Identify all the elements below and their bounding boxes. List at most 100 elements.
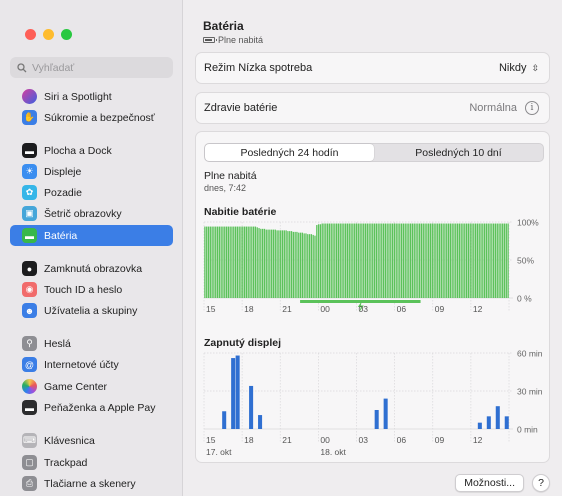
bar <box>258 228 260 298</box>
sidebar-item-wallpaper[interactable]: ✿ Pozadie <box>10 182 173 203</box>
x-tick-label: 06 <box>397 435 407 445</box>
status-title: Plne nabitá <box>204 170 257 182</box>
low-power-select[interactable]: Nikdy ⇳ <box>499 62 539 74</box>
bar <box>303 233 305 298</box>
sidebar-item-screensaver[interactable]: ▣ Šetrič obrazovky <box>10 203 173 224</box>
fingerprint-icon: ◉ <box>22 282 37 297</box>
sidebar-item-sun[interactable]: ☀ Displeje <box>10 161 173 182</box>
close-window-button[interactable] <box>25 29 36 40</box>
sidebar-item-gamecenter[interactable]: Game Center <box>10 376 173 397</box>
x-tick-label: 09 <box>435 304 445 314</box>
bar <box>473 223 475 298</box>
bar <box>292 231 294 298</box>
bar <box>373 223 376 298</box>
sidebar-item-key[interactable]: ⚲ Heslá <box>10 333 173 354</box>
bar <box>236 226 239 298</box>
bar <box>352 223 354 298</box>
bar <box>355 223 358 298</box>
bar <box>449 223 451 298</box>
screensaver-icon: ▣ <box>22 206 37 221</box>
bar <box>216 226 219 298</box>
bar <box>411 223 414 298</box>
bar <box>307 234 309 298</box>
bar <box>305 233 307 298</box>
subtitle-text: Plne nabitá <box>218 35 264 45</box>
x-date-label: 18. okt <box>320 447 346 457</box>
keyboard-icon: ⌨ <box>22 433 37 448</box>
bar <box>417 223 419 298</box>
sidebar-item-fingerprint[interactable]: ◉ Touch ID a heslo <box>10 279 173 300</box>
tab-last-10-days[interactable]: Posledných 10 dní <box>374 144 543 161</box>
bar <box>299 232 302 298</box>
usage-history-card: Posledných 24 hodín Posledných 10 dní Pl… <box>195 131 550 463</box>
sidebar-item-trackpad[interactable]: ▢ Trackpad <box>10 452 173 473</box>
y-tick-label: 50% <box>517 256 534 266</box>
bar <box>262 228 264 298</box>
x-tick-label: 21 <box>282 304 292 314</box>
sidebar-item-at[interactable]: @ Internetové účty <box>10 354 173 375</box>
bar <box>326 223 329 298</box>
help-button[interactable]: ? <box>532 474 550 492</box>
x-tick-label: 06 <box>397 304 407 314</box>
bar <box>379 223 381 298</box>
bar <box>428 223 430 298</box>
main-panel: Batéria Plne nabitá Režim Nízka spotreba… <box>183 0 562 496</box>
sidebar-item-hand[interactable]: ✋ Súkromie a bezpečnosť <box>10 107 173 128</box>
sidebar-item-lock[interactable]: ● Zamknutá obrazovka <box>10 258 173 279</box>
bar <box>290 231 293 298</box>
sidebar-item-label: Internetové účty <box>44 358 119 371</box>
options-button[interactable]: Možnosti... <box>455 474 524 492</box>
bar <box>384 223 387 298</box>
sidebar-item-label: Heslá <box>44 337 71 350</box>
sidebar-item-label: Game Center <box>44 380 108 393</box>
bar <box>374 410 379 429</box>
sidebar-item-users[interactable]: ☻ Užívatelia a skupiny <box>10 300 173 321</box>
bar <box>494 223 497 298</box>
bar <box>419 223 421 298</box>
bar <box>498 223 500 298</box>
dock-icon: ▬ <box>22 143 37 158</box>
bar <box>247 226 249 298</box>
bar <box>372 223 374 298</box>
bar <box>346 223 349 298</box>
sidebar-item-printer[interactable]: ⎙ Tlačiarne a skenery <box>10 473 173 494</box>
zoom-window-button[interactable] <box>61 29 72 40</box>
bar <box>276 230 278 298</box>
bar <box>323 223 325 298</box>
bar <box>265 229 267 298</box>
bar <box>500 223 502 298</box>
sidebar-item-wallet[interactable]: ▬ Peňaženka a Apple Pay <box>10 397 173 418</box>
sidebar-item-battery[interactable]: ▬ Batéria <box>10 225 173 246</box>
bar <box>227 226 230 298</box>
bar <box>368 223 370 298</box>
bar <box>224 226 226 298</box>
tab-last-24-hours[interactable]: Posledných 24 hodín <box>205 144 374 161</box>
y-tick-label: 30 min <box>517 387 543 397</box>
bar <box>281 230 284 298</box>
battery-health-row: Zdravie batérie Normálna i <box>195 92 550 124</box>
bar <box>422 223 424 298</box>
users-icon: ☻ <box>22 303 37 318</box>
bar <box>361 223 363 298</box>
bar <box>258 415 263 429</box>
x-tick-label: 09 <box>435 435 445 445</box>
sidebar-item-label: Užívatelia a skupiny <box>44 304 138 317</box>
bar <box>440 223 442 298</box>
status-time: dnes, 7:42 <box>204 183 247 193</box>
info-icon[interactable]: i <box>525 101 539 115</box>
bar <box>350 223 352 298</box>
bar <box>480 223 482 298</box>
sidebar-item-dock[interactable]: ▬ Plocha a Dock <box>10 140 173 161</box>
wallet-icon: ▬ <box>22 400 37 415</box>
bar <box>301 232 304 298</box>
search-input[interactable]: Vyhľadať <box>10 57 173 78</box>
bar <box>254 226 257 298</box>
sidebar: Vyhľadať Siri a Spotlight ✋ Súkromie a bez… <box>0 0 183 496</box>
battery-health-value: Normálna <box>469 102 517 114</box>
minimize-window-button[interactable] <box>43 29 54 40</box>
bar <box>335 223 338 298</box>
bar <box>415 223 417 298</box>
sidebar-item-siri[interactable]: Siri a Spotlight <box>10 86 173 107</box>
sidebar-item-keyboard[interactable]: ⌨ Klávesnica <box>10 430 173 451</box>
bar <box>382 223 385 298</box>
